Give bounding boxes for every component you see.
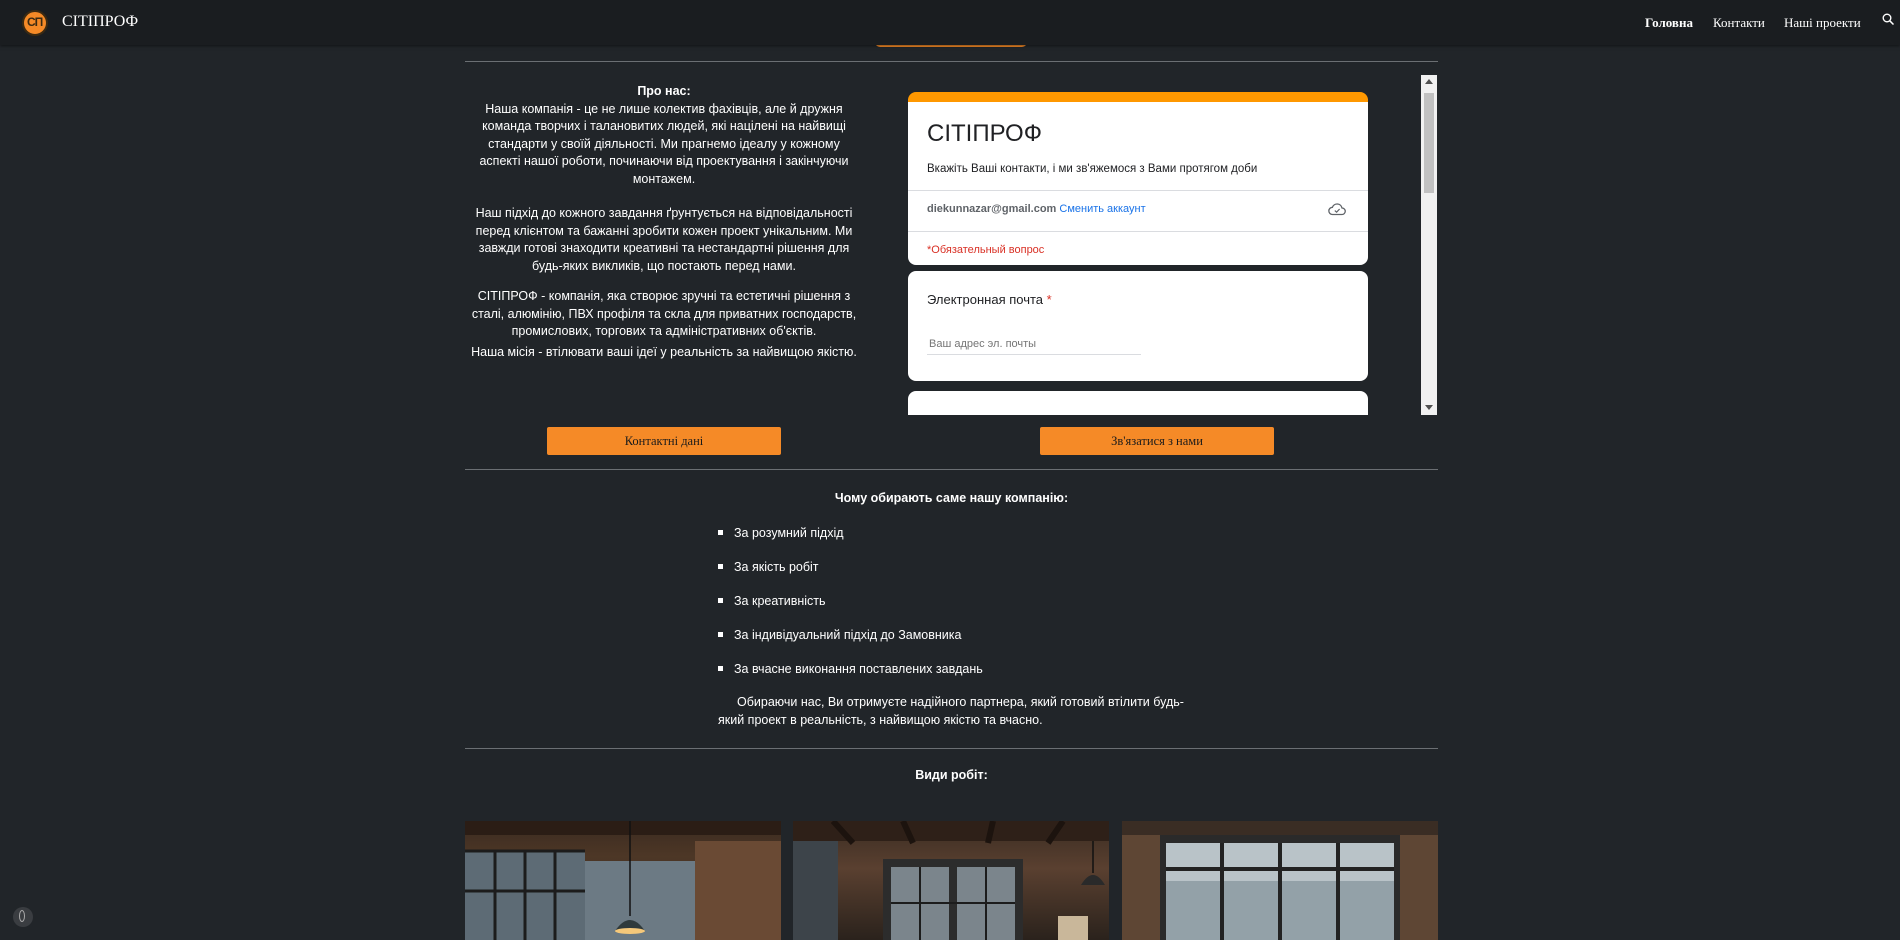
form-canvas: СІТІПРОФ Вкажіть Ваші контакти, і ми зв'… — [899, 75, 1421, 415]
work-photo-brick-room[interactable] — [793, 821, 1109, 940]
scroll-up-arrow[interactable] — [1425, 79, 1433, 84]
required-star: * — [1046, 292, 1052, 307]
works-title: Види робіт: — [915, 768, 988, 782]
embedded-google-form[interactable]: СІТІПРОФ Вкажіть Ваші контакти, і ми зв'… — [899, 75, 1437, 415]
nav-our-projects[interactable]: Наші проекти — [1784, 15, 1861, 31]
top-navigation-bar: СП СІТІПРОФ Головна Контакти Наші проект… — [0, 0, 1900, 45]
form-scrollbar[interactable] — [1421, 75, 1437, 415]
contact-details-button[interactable]: Контактні дані — [547, 427, 781, 455]
list-item: За креативність — [718, 592, 1218, 626]
divider-top — [465, 61, 1438, 62]
list-item: За індивідуальний підхід до Замовника — [718, 626, 1218, 660]
form-title: СІТІПРОФ — [927, 120, 1042, 147]
about-paragraph-4: Наша місія - втілювати ваші ідеї у реаль… — [471, 344, 857, 359]
email-question-text: Электронная почта — [927, 292, 1044, 307]
email-question-label: Электронная почта * — [927, 292, 1052, 307]
email-input[interactable] — [927, 334, 1141, 355]
list-item: За розумний підхід — [718, 524, 1218, 558]
cloud-save-icon — [1328, 203, 1346, 216]
next-question-card — [908, 391, 1368, 415]
why-us-title: Чому обирають саме нашу компанію: — [834, 491, 1069, 505]
why-us-list: За розумний підхід За якість робіт За кр… — [718, 524, 1218, 694]
required-note: *Обязательный вопрос — [927, 244, 1045, 256]
nav-contacts[interactable]: Контакти — [1713, 15, 1765, 31]
list-item: За вчасне виконання поставлених завдань — [718, 660, 1218, 694]
about-section: Про нас: Наша компанія - це не лише коле… — [468, 83, 860, 361]
about-paragraph-3: СІТІПРОФ - компанія, яка створює зручні … — [471, 289, 857, 338]
work-photo-loft-interior[interactable] — [465, 821, 781, 940]
nav-home[interactable]: Головна — [1645, 15, 1693, 31]
logo-text: СП — [27, 15, 43, 29]
why-us-summary: Обираючи нас, Ви отримуєте надійного пар… — [718, 695, 1184, 727]
account-email-row: diekunnazar@gmail.com Сменить аккаунт — [927, 203, 1146, 215]
scroll-thumb[interactable] — [1424, 93, 1434, 193]
about-paragraph-2: Наш підхід до кожного завдання ґрунтуєть… — [475, 206, 853, 273]
switch-account-link[interactable]: Сменить аккаунт — [1059, 203, 1145, 215]
divider-middle — [465, 469, 1438, 470]
info-icon[interactable] — [13, 907, 33, 927]
site-title[interactable]: СІТІПРОФ — [62, 13, 138, 31]
company-logo[interactable]: СП — [22, 10, 48, 36]
email-question-card: Электронная почта * — [908, 271, 1368, 381]
work-photo-large-window[interactable] — [1122, 821, 1438, 940]
form-separator-2 — [908, 231, 1368, 232]
search-icon[interactable] — [1882, 13, 1894, 25]
divider-bottom — [465, 748, 1438, 749]
form-description: Вкажіть Ваші контакти, і ми зв'яжемося з… — [927, 163, 1258, 175]
form-separator — [908, 190, 1368, 191]
list-item: За якість робіт — [718, 558, 1218, 592]
account-email: diekunnazar@gmail.com — [927, 203, 1057, 215]
form-header-card: СІТІПРОФ Вкажіть Ваші контакти, і ми зв'… — [908, 92, 1368, 265]
scroll-down-arrow[interactable] — [1425, 405, 1433, 410]
about-paragraph-1: Наша компанія - це не лише колектив фахі… — [479, 101, 849, 186]
contact-us-button[interactable]: Зв'язатися з нами — [1040, 427, 1274, 455]
about-title: Про нас: — [637, 84, 691, 98]
